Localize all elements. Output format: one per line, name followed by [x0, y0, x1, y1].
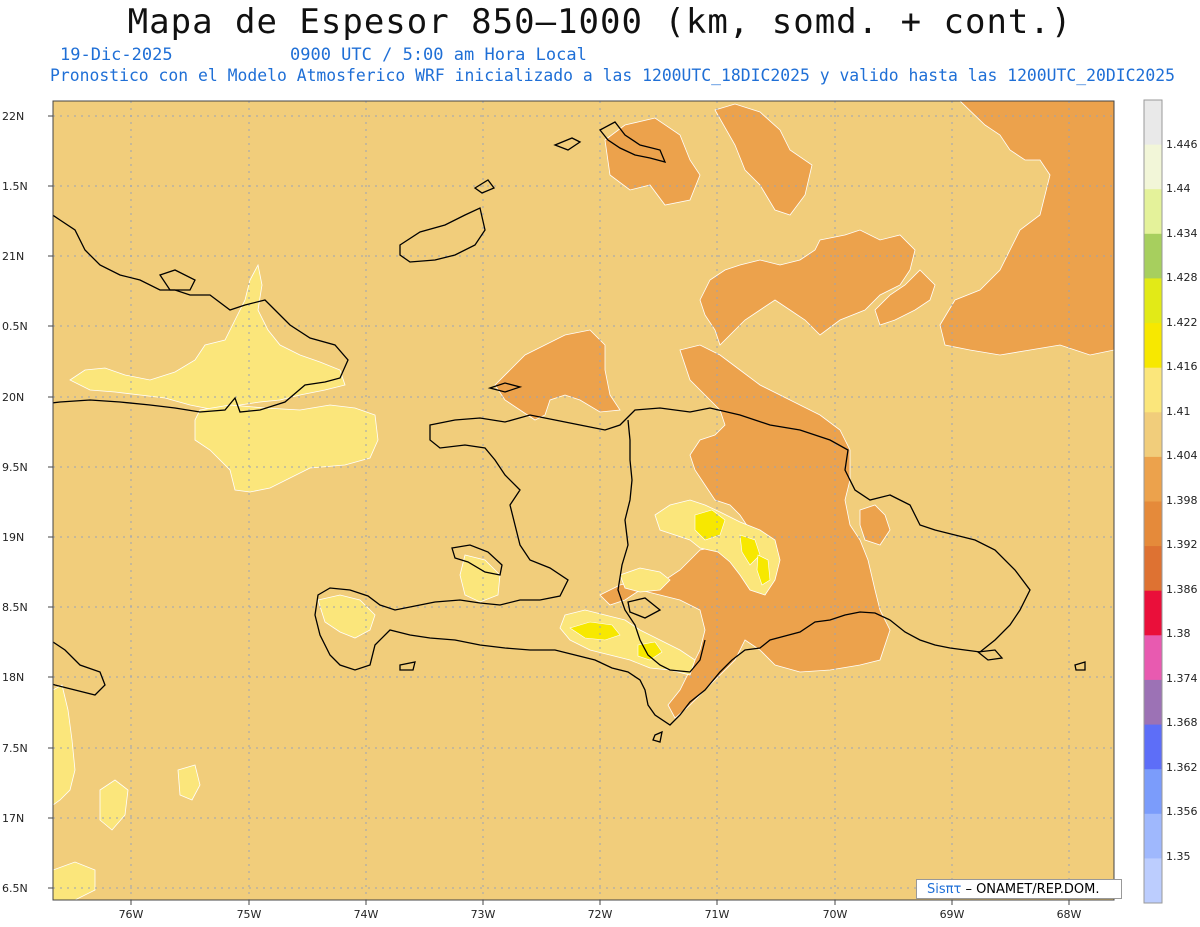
lon-labels: 76W 75W 74W 73W 72W 71W 70W 69W 68W	[119, 908, 1082, 921]
colorbar-swatch	[1144, 546, 1162, 592]
colorbar: 1.446 1.44 1.434 1.428 1.422 1.416 1.41 …	[1143, 99, 1198, 904]
colorbar-label: 1.44	[1166, 182, 1191, 195]
lat-label: 19N	[2, 531, 24, 544]
field-base	[53, 101, 1114, 900]
colorbar-swatch	[1144, 144, 1162, 190]
credit-org: – ONAMET/REP.DOM.	[965, 882, 1100, 897]
colorbar-label: 1.41	[1166, 405, 1191, 418]
lon-label: 72W	[588, 908, 613, 921]
colorbar-swatch	[1144, 679, 1162, 725]
lat-label: 1.5N	[2, 180, 28, 193]
lat-label: 7.5N	[2, 742, 28, 755]
colorbar-swatch	[1144, 813, 1162, 859]
colorbar-swatch	[1144, 724, 1162, 770]
lat-label: 21N	[2, 250, 24, 263]
lat-label: 9.5N	[2, 461, 28, 474]
credit-brand: Sisπτ	[927, 882, 962, 897]
lat-label: 8.5N	[2, 601, 28, 614]
colorbar-swatch	[1144, 367, 1162, 413]
colorbar-swatch	[1144, 501, 1162, 547]
lat-label: 22N	[2, 110, 24, 123]
colorbar-swatch	[1144, 189, 1162, 235]
colorbar-swatch	[1144, 635, 1162, 681]
colorbar-label: 1.392	[1166, 538, 1198, 551]
colorbar-swatch	[1144, 769, 1162, 815]
thickness-map: 22N 1.5N 21N 0.5N 20N 9.5N 19N 8.5N 18N …	[2, 99, 1198, 921]
colorbar-label: 1.398	[1166, 494, 1198, 507]
lon-label: 73W	[471, 908, 496, 921]
lat-label: 17N	[2, 812, 24, 825]
colorbar-label: 1.446	[1166, 138, 1198, 151]
colorbar-label: 1.434	[1166, 227, 1198, 240]
colorbar-label: 1.416	[1166, 360, 1198, 373]
colorbar-label: 1.422	[1166, 316, 1198, 329]
lon-label: 70W	[823, 908, 848, 921]
colorbar-label: 1.368	[1166, 716, 1198, 729]
lat-label: 6.5N	[2, 882, 28, 895]
colorbar-label: 1.356	[1166, 805, 1198, 818]
lon-label: 68W	[1057, 908, 1082, 921]
lon-label: 74W	[354, 908, 379, 921]
colorbar-swatch	[1144, 412, 1162, 458]
colorbar-label: 1.35	[1166, 850, 1191, 863]
colorbar-label: 1.404	[1166, 449, 1198, 462]
colorbar-swatch	[1144, 323, 1162, 369]
colorbar-label: 1.362	[1166, 761, 1198, 774]
colorbar-swatch	[1144, 233, 1162, 279]
colorbar-label: 1.386	[1166, 583, 1198, 596]
credit-box: Sisπτ – ONAMET/REP.DOM.	[916, 879, 1122, 899]
colorbar-swatch	[1144, 278, 1162, 324]
colorbar-swatch	[1144, 590, 1162, 636]
colorbar-swatch	[1144, 100, 1162, 146]
colorbar-swatch	[1144, 456, 1162, 502]
lat-label: 18N	[2, 671, 24, 684]
colorbar-label: 1.428	[1166, 271, 1198, 284]
colorbar-label: 1.38	[1166, 627, 1191, 640]
lat-label: 0.5N	[2, 320, 28, 333]
lon-label: 76W	[119, 908, 144, 921]
shaded-field	[53, 101, 1114, 900]
lon-label: 69W	[940, 908, 965, 921]
colorbar-swatch	[1144, 858, 1162, 904]
lat-label: 20N	[2, 391, 24, 404]
lat-labels: 22N 1.5N 21N 0.5N 20N 9.5N 19N 8.5N 18N …	[2, 110, 28, 895]
lon-label: 75W	[237, 908, 262, 921]
lon-label: 71W	[705, 908, 730, 921]
colorbar-label: 1.374	[1166, 672, 1198, 685]
